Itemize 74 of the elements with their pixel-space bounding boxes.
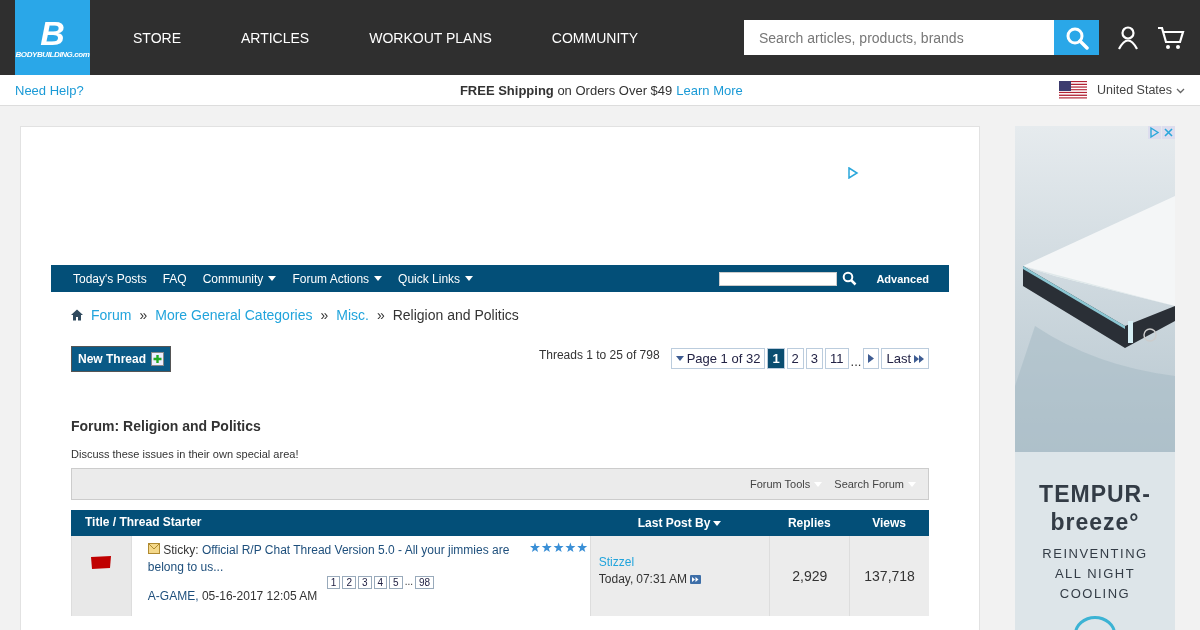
cart-icon[interactable] [1157, 25, 1185, 50]
navbar-link[interactable]: FAQ [162, 271, 187, 286]
breadcrumb-separator: » [320, 307, 329, 323]
start-date: 05-16-2017 12:05 AM [201, 589, 318, 603]
navbar-link[interactable]: Today's Posts [73, 271, 147, 286]
caret-down-icon [713, 520, 722, 526]
country-selector[interactable]: United States [1097, 83, 1185, 97]
page-link[interactable]: 3 [805, 348, 824, 369]
page-link[interactable]: 5 [389, 576, 403, 589]
next-icon [868, 354, 875, 363]
breadcrumb-separator: » [139, 307, 148, 323]
search-button[interactable] [1054, 20, 1099, 55]
ad-tagline: COOLING [1059, 585, 1131, 603]
next-page-button[interactable] [863, 348, 880, 369]
nav-link[interactable]: COMMUNITY [551, 29, 639, 46]
envelope-icon [147, 543, 160, 554]
nav-link[interactable]: STORE [133, 29, 181, 46]
nav-link[interactable]: WORKOUT PLANS [369, 29, 492, 46]
ad-headline: TEMPUR- [1039, 480, 1151, 508]
caret-down-icon [675, 356, 684, 361]
table-cell: 137,718 [849, 536, 929, 616]
ad-tagline: ALL NIGHT [1054, 565, 1136, 583]
nav-link[interactable]: ARTICLES [241, 29, 310, 46]
shipping-text: FREE Shipping on Orders Over $49 [459, 82, 673, 98]
flag-icon [1059, 80, 1087, 100]
home-icon[interactable] [71, 309, 83, 321]
page-link[interactable]: 98 [415, 576, 435, 589]
page-link[interactable]: 2 [786, 348, 804, 369]
thread-starter-link[interactable]: A-GAME, [147, 589, 199, 603]
account-icon[interactable] [1117, 25, 1139, 50]
navbar-link[interactable]: Quick Links [398, 271, 474, 286]
advanced-search-link[interactable]: Advanced [876, 272, 929, 285]
search-icon[interactable] [842, 271, 858, 286]
play-icon[interactable] [847, 167, 859, 179]
search-field[interactable]: Search articles, products, brands [744, 20, 1054, 55]
page-link[interactable]: 4 [373, 576, 388, 589]
column-header[interactable]: Last Post By [589, 510, 770, 536]
tool-menu[interactable]: Search Forum [834, 478, 916, 490]
breadcrumb-separator: » [376, 307, 385, 323]
chevron-down-icon [1175, 88, 1185, 94]
column-header[interactable]: Replies [769, 510, 850, 536]
page-link[interactable]: 11 [825, 348, 849, 369]
forum-search-field[interactable] [719, 271, 838, 286]
thread-count: Threads 1 to 25 of 798 [538, 348, 660, 362]
ad-tagline: REINVENTING [1042, 545, 1148, 563]
page-selector[interactable]: Page 1 of 32 [670, 348, 766, 369]
tool-menu[interactable]: Forum Tools [749, 478, 823, 490]
page-link[interactable]: 2 [342, 576, 356, 589]
thread-status-icon [91, 556, 112, 570]
new-thread-button[interactable]: New Thread [71, 346, 171, 372]
fast-forward-icon [914, 354, 924, 363]
logo-wordmark: BODYBUILDING.com [15, 50, 90, 59]
column-header[interactable]: Views [849, 510, 929, 536]
last-post-day: Today, [598, 572, 634, 586]
page-link[interactable]: 1 [326, 576, 341, 589]
table-cell: 2,929 [769, 536, 850, 616]
ad-headline: breeze° [1050, 508, 1140, 536]
column-header[interactable]: Title / Thread Starter [71, 510, 590, 536]
page-link[interactable]: 1 [767, 348, 785, 369]
forum-description: Discuss these issues in their own special area! [70, 448, 300, 460]
logo-mark: B [40, 16, 65, 50]
pagination-ellipsis: ... [404, 576, 413, 589]
page-link[interactable]: 3 [358, 576, 372, 589]
last-post-time: 07:31 AM [636, 572, 687, 586]
last-page-button[interactable]: Last [881, 348, 929, 369]
forum-title: Forum: Religion and Politics [70, 418, 262, 434]
go-to-post-icon[interactable] [689, 574, 701, 584]
breadcrumb-current: Religion and Politics [392, 307, 519, 323]
pagination-ellipsis: ... [850, 354, 862, 369]
add-icon [151, 352, 164, 366]
thread-title: Sticky: Official R/P Chat Thread Version 5.0 - All your jimmies are belong to us... [147, 542, 511, 576]
navbar-link[interactable]: Forum Actions [292, 271, 383, 286]
search-icon [1064, 25, 1089, 50]
navbar-link[interactable]: Community [202, 271, 277, 286]
